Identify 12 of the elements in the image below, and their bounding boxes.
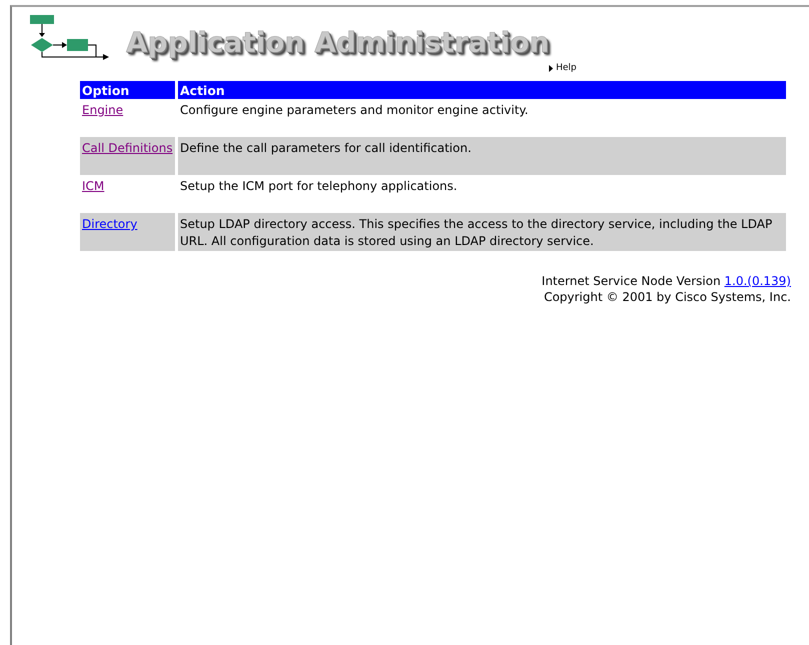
help-link[interactable]: Help [549, 63, 577, 73]
triangle-icon [549, 64, 553, 72]
copyright-text: Copyright © 2001 by Cisco Systems, Inc. [542, 289, 791, 305]
option-link[interactable]: Engine [82, 103, 124, 117]
action-description: Setup LDAP directory access. This specifies the access to the directory service, including the LDAP URL. All configuration data is stored using an LDAP directory service. [178, 213, 786, 251]
column-header: Option [80, 81, 175, 99]
action-description: Define the call parameters for call identification. [178, 137, 786, 175]
version-link[interactable]: 1.0.(0.139) [724, 274, 791, 288]
page-title: Application Administration [126, 26, 550, 59]
option-link[interactable]: ICM [82, 179, 104, 193]
version-text: Internet Service Node Version 1.0.(0.139) [540, 273, 791, 289]
column-header: Action [178, 81, 786, 99]
